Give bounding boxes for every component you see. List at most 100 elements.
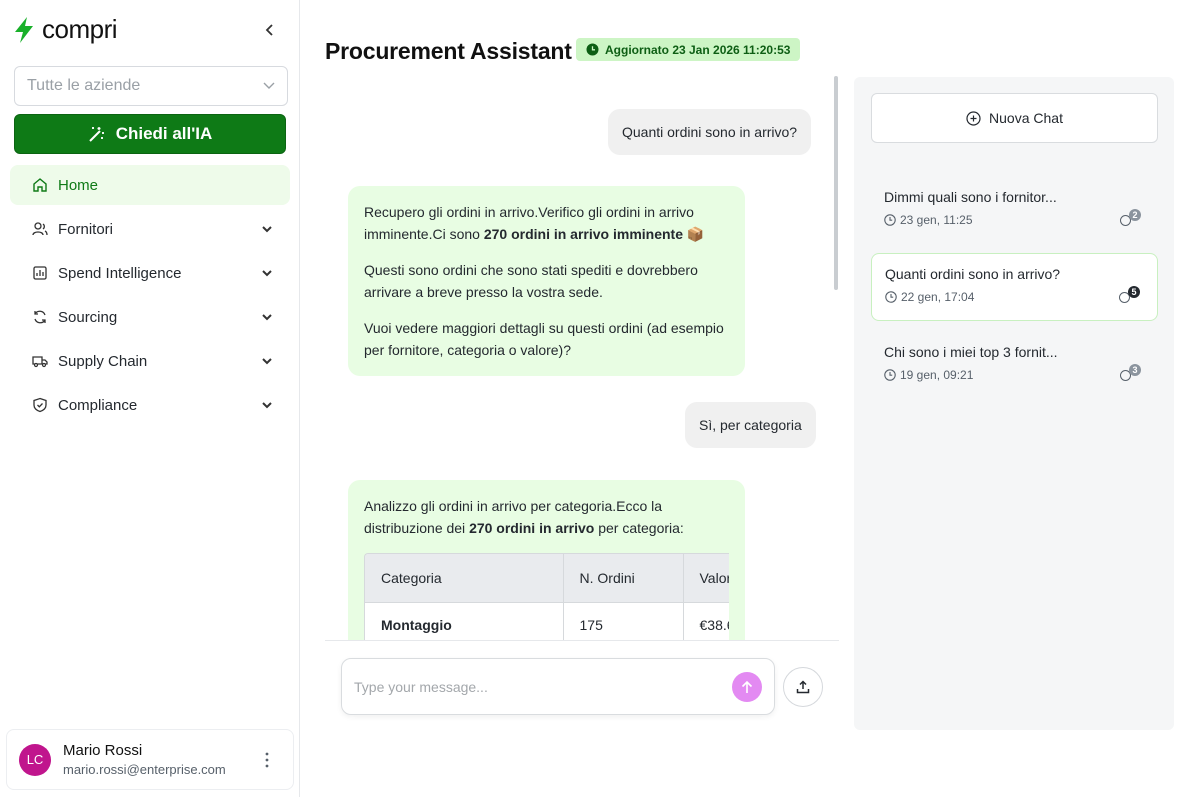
message-count-badge: 5 [1128,286,1140,298]
table-cell: Montaggio [365,601,563,640]
new-chat-button[interactable]: Nuova Chat [871,93,1158,143]
message-composer [341,658,775,715]
assistant-message-paragraph: Analizzo gli ordini in arrivo per catego… [364,495,729,539]
logo-text: compri [42,14,118,44]
clock-icon [884,214,896,226]
chat-messages[interactable]: Quanti ordini sono in arrivo? Recupero g… [325,78,839,640]
more-options-icon[interactable] [265,752,269,768]
sidebar-item-supply-chain[interactable]: Supply Chain [10,341,290,381]
sidebar-item-label: Sourcing [58,308,118,326]
clock-icon [885,291,897,303]
history-item[interactable]: Dimmi quali sono i fornitor... 23 gen, 1… [871,177,1158,245]
message-count-icon: 3 [1120,364,1142,384]
category-table-scroll[interactable]: Categoria N. Ordini Valore Montaggio 175… [364,553,729,640]
history-item-date-text: 22 gen, 17:04 [901,290,975,304]
upload-icon [796,680,810,694]
magic-wand-icon [88,127,104,142]
message-count-badge: 2 [1129,209,1141,221]
updated-status-badge: Aggiornato 23 Jan 2026 11:20:53 [576,38,801,61]
sidebar-item-label: Compliance [58,396,138,414]
sidebar-item-sourcing[interactable]: Sourcing [10,297,290,337]
table-cell: €38.6 [682,601,729,640]
user-message-text: Sì, per categoria [699,417,802,433]
category-table: Categoria N. Ordini Valore Montaggio 175… [365,554,729,640]
assistant-message-paragraph: Questi sono ordini che sono stati spedit… [364,262,698,300]
sidebar-nav: Home Fornitori Spend Intelligence Sourci… [10,165,290,429]
assistant-text-bold: 270 ordini in arrivo [469,520,595,536]
company-select-placeholder: Tutte le aziende [27,77,141,94]
ask-ai-button[interactable]: Chiedi all'IA [14,114,286,154]
chat-history-panel: Nuova Chat Dimmi quali sono i fornitor..… [854,77,1174,730]
assistant-message: Recupero gli ordini in arrivo.Verifico g… [348,186,745,376]
table-header-categoria: Categoria [365,554,563,602]
home-icon [33,178,47,192]
sidebar-item-label: Home [58,176,99,194]
chevron-down-icon [263,82,275,89]
user-email: mario.rossi@enterprise.com [63,762,226,777]
history-item-date-text: 23 gen, 11:25 [900,213,973,227]
arrow-up-icon [741,680,753,693]
package-emoji: 📦 [686,226,705,242]
chevron-down-icon [262,358,272,365]
bolt-icon [15,16,33,43]
chevron-down-icon [262,314,272,321]
assistant-text-bold: 270 ordini in arrivo imminente [483,226,683,242]
chevron-down-icon [262,226,272,233]
assistant-text: per categoria: [594,520,684,536]
chevron-down-icon [262,402,272,409]
sidebar: compri Tutte le aziende Chiedi all'IA Ho… [0,0,300,797]
ask-ai-label: Chiedi all'IA [115,124,213,143]
company-select[interactable]: Tutte le aziende [14,66,288,106]
user-card[interactable]: LC Mario Rossi mario.rossi@enterprise.co… [6,729,294,790]
assistant-message: Analizzo gli ordini in arrivo per catego… [348,480,745,640]
history-item[interactable]: Chi sono i miei top 3 fornit... 19 gen, … [871,332,1158,400]
logo[interactable]: compri [12,14,118,45]
shield-icon [33,397,47,413]
refresh-icon [34,310,46,324]
history-item-date-text: 19 gen, 09:21 [900,368,974,382]
users-icon [32,222,48,236]
chevron-left-icon [265,24,273,36]
sidebar-item-spend-intelligence[interactable]: Spend Intelligence [10,253,290,293]
clock-icon [884,369,896,381]
upload-button[interactable] [783,667,823,707]
message-count-icon: 5 [1119,286,1141,306]
sidebar-item-label: Fornitori [58,220,114,238]
sidebar-item-home[interactable]: Home [10,165,290,205]
sidebar-item-label: Spend Intelligence [58,264,182,282]
user-info: Mario Rossi mario.rossi@enterprise.com [63,742,226,777]
message-count-icon: 2 [1120,209,1142,229]
history-item-date: 22 gen, 17:04 [885,290,1144,304]
message-count-badge: 3 [1129,364,1141,376]
plus-circle-icon [966,110,981,126]
sidebar-item-fornitori[interactable]: Fornitori [10,209,290,249]
history-item-active[interactable]: Quanti ordini sono in arrivo? 22 gen, 17… [871,253,1158,321]
chevron-down-icon [262,270,272,277]
assistant-message-paragraph: Recupero gli ordini in arrivo.Verifico g… [364,201,729,245]
table-header-ordini: N. Ordini [562,554,683,602]
page-title: Procurement Assistant [325,38,572,64]
user-message: Quanti ordini sono in arrivo? [608,109,812,155]
history-item-title: Chi sono i miei top 3 fornit... [884,344,1058,360]
chat-scrollbar[interactable] [834,76,838,290]
history-item-date: 19 gen, 09:21 [884,368,1145,382]
message-input[interactable] [354,678,732,695]
table-row: Montaggio 175 €38.6 [365,601,729,640]
assistant-message-paragraph: Vuoi vedere maggiori dettagli su questi … [364,320,724,358]
new-chat-label: Nuova Chat [989,110,1063,126]
chart-icon [33,266,47,280]
avatar: LC [19,743,51,776]
sidebar-item-compliance[interactable]: Compliance [10,385,290,425]
clock-icon [586,43,599,56]
chat-divider [325,640,839,641]
user-message: Sì, per categoria [685,402,816,448]
history-item-title: Quanti ordini sono in arrivo? [885,266,1061,282]
sidebar-item-label: Supply Chain [58,352,148,370]
table-header-valore: Valore [682,554,729,602]
collapse-sidebar-button[interactable] [260,20,280,40]
history-item-title: Dimmi quali sono i fornitor... [884,189,1057,205]
user-message-text: Quanti ordini sono in arrivo? [622,124,798,140]
truck-icon [32,356,48,368]
send-button[interactable] [732,671,762,702]
history-item-date: 23 gen, 11:25 [884,213,1145,227]
